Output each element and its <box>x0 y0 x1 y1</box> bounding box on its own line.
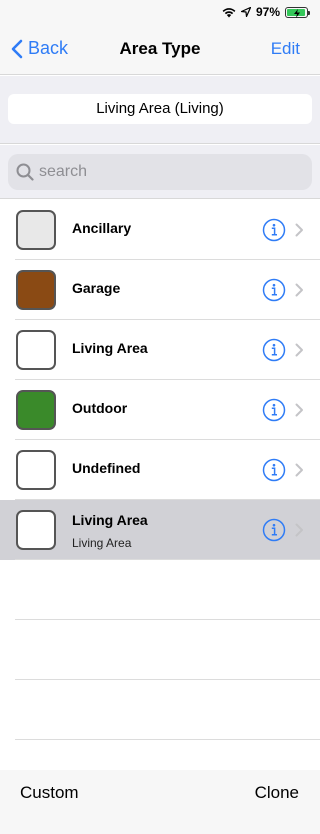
info-icon[interactable] <box>262 518 286 542</box>
item-title: Outdoor <box>72 400 128 416</box>
info-icon[interactable] <box>262 218 286 242</box>
empty-row <box>0 680 320 740</box>
color-swatch <box>16 330 56 370</box>
item-title: Living Area <box>72 340 148 356</box>
item-title: Living Area <box>72 512 148 528</box>
location-arrow-icon <box>240 7 251 17</box>
info-icon[interactable] <box>262 398 286 422</box>
wifi-icon <box>222 7 236 17</box>
color-swatch <box>16 390 56 430</box>
chevron-right-icon <box>295 343 304 357</box>
chevron-right-icon <box>295 403 304 417</box>
edit-button[interactable]: Edit <box>271 39 300 59</box>
custom-button[interactable]: Custom <box>20 783 79 803</box>
chevron-right-icon <box>295 283 304 297</box>
list-item[interactable]: Undefined <box>0 440 320 500</box>
status-indicators: 97% <box>222 4 310 20</box>
item-title: Ancillary <box>72 220 132 236</box>
info-icon[interactable] <box>262 458 286 482</box>
empty-row <box>0 620 320 680</box>
item-subtitle: Living Area <box>72 536 132 550</box>
search-input[interactable] <box>39 163 289 181</box>
clone-button[interactable]: Clone <box>255 783 299 803</box>
search-section <box>0 145 320 199</box>
list-item[interactable]: Living Area <box>0 320 320 380</box>
chevron-right-icon <box>295 523 304 537</box>
info-icon[interactable] <box>262 278 286 302</box>
empty-row <box>0 560 320 620</box>
battery-percent: 97% <box>255 5 280 19</box>
info-icon[interactable] <box>262 338 286 362</box>
color-swatch <box>16 270 56 310</box>
search-bar[interactable] <box>8 154 312 190</box>
item-title: Undefined <box>72 460 141 476</box>
color-swatch <box>16 510 56 550</box>
bottom-toolbar: Custom Clone <box>0 770 320 834</box>
area-type-list: Ancillary Garage Living Area Outdoor Undefin… <box>0 200 320 740</box>
chevron-right-icon <box>295 463 304 477</box>
current-selection-section: Living Area (Living) <box>0 76 320 144</box>
list-item[interactable]: Outdoor <box>0 380 320 440</box>
battery-level <box>287 8 306 18</box>
item-title: Garage <box>72 280 121 296</box>
list-item[interactable]: Living Area Living Area <box>0 500 320 560</box>
navigation-bar: Back Area Type Edit <box>0 24 320 75</box>
chevron-right-icon <box>295 223 304 237</box>
search-icon <box>16 163 34 181</box>
list-item[interactable]: Ancillary <box>0 200 320 260</box>
status-bar: 97% <box>0 0 320 24</box>
list-item[interactable]: Garage <box>0 260 320 320</box>
color-swatch <box>16 210 56 250</box>
current-selection-label: Living Area (Living) <box>8 94 312 124</box>
color-swatch <box>16 450 56 490</box>
battery-icon <box>285 6 310 18</box>
